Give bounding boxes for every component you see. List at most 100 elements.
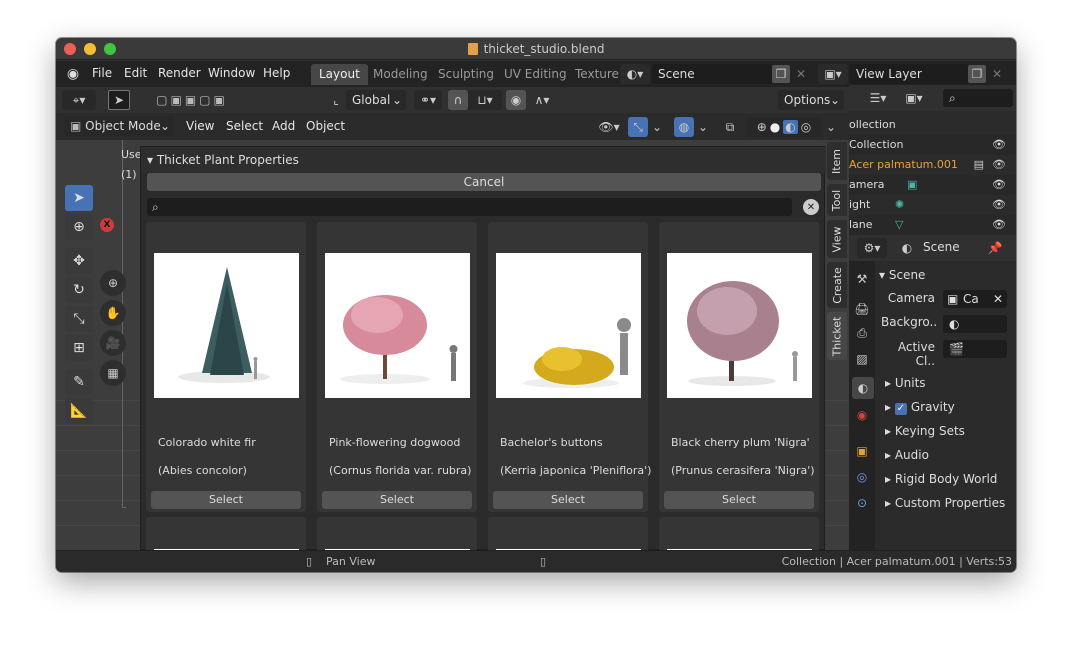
view-layer-tab-icon[interactable]: ▨ <box>852 349 872 369</box>
view-layer-field[interactable]: View Layer <box>850 64 968 84</box>
camera-view-icon[interactable]: 🎥 <box>100 330 126 356</box>
blender-logo-icon[interactable]: ◉ <box>64 65 82 83</box>
tab-tool[interactable]: Tool <box>827 184 847 216</box>
camera-data-icon[interactable]: ▣ <box>907 175 917 195</box>
camera-field[interactable]: ▣ Ca ✕ <box>943 290 1007 308</box>
visibility-icon[interactable]: 👁▾ <box>594 117 624 137</box>
display-mode-icon[interactable]: ▣▾ <box>899 88 929 108</box>
panel-header[interactable]: ▾ Thicket Plant Properties <box>141 147 826 173</box>
pivot-point-icon[interactable]: ⚭▾ <box>414 90 442 110</box>
measure-tool-icon[interactable]: 📐 <box>65 398 93 424</box>
tab-layout[interactable]: Layout <box>311 64 368 85</box>
new-view-layer-icon[interactable]: ❐ <box>968 65 986 83</box>
mode-dropdown[interactable]: ▣ Object Mode ⌄ <box>64 116 174 136</box>
world-tab-icon[interactable]: ◉ <box>852 405 872 425</box>
archive-icon[interactable]: ▤ <box>974 155 984 175</box>
header-menu-object[interactable]: Object <box>306 114 345 138</box>
units-panel-header[interactable]: ▸ Units <box>885 371 1016 395</box>
render-tab-icon[interactable]: 🖨 <box>852 299 872 319</box>
pan-hand-icon[interactable]: ✋ <box>100 300 126 326</box>
rigid-body-world-panel-header[interactable]: ▸ Rigid Body World <box>885 467 1016 491</box>
outliner-row[interactable]: ollection <box>849 115 1016 135</box>
wireframe-icon[interactable]: ⊕ <box>757 120 767 134</box>
editor-type-icon[interactable]: ⌖▾ <box>62 90 96 110</box>
menu-render[interactable]: Render <box>158 61 201 85</box>
menu-file[interactable]: File <box>92 61 112 85</box>
custom-properties-panel-header[interactable]: ▸ Custom Properties <box>885 491 1016 515</box>
outliner-row[interactable]: ight ✺ 👁 <box>849 195 1016 215</box>
new-scene-icon[interactable]: ❐ <box>772 65 790 83</box>
chevron-down-icon[interactable]: ⌄ <box>648 117 666 137</box>
menu-window[interactable]: Window <box>208 61 255 85</box>
rotate-tool-icon[interactable]: ↻ <box>65 277 93 303</box>
shading-modes[interactable]: ⊕ ● ◐ ◎ <box>746 117 822 137</box>
delete-scene-icon[interactable]: ✕ <box>792 65 810 83</box>
transform-orientation-icon[interactable]: ⌞ <box>328 90 344 110</box>
scene-tab-icon[interactable]: ◐ <box>852 377 874 399</box>
physics-tab-icon[interactable]: ◎ <box>852 467 872 487</box>
outliner-row[interactable]: lane ▽ 👁 <box>849 215 1016 235</box>
tab-sculpting[interactable]: Sculpting <box>430 64 502 85</box>
annotate-tool-icon[interactable]: ✎ <box>65 369 93 395</box>
gizmo-icon[interactable]: ⤡ <box>628 117 648 137</box>
delete-view-layer-icon[interactable]: ✕ <box>988 65 1006 83</box>
tab-view[interactable]: View <box>827 220 847 258</box>
clear-search-icon[interactable]: ✕ <box>803 199 819 215</box>
solid-icon[interactable]: ● <box>770 120 780 134</box>
cancel-button[interactable]: Cancel <box>147 173 821 191</box>
mesh-data-icon[interactable]: ▽ <box>895 215 903 235</box>
axis-x-icon[interactable]: X <box>100 218 114 232</box>
select-box-tool-icon[interactable]: ➤ <box>65 185 93 211</box>
scene-panel-header[interactable]: ▾ Scene <box>879 263 1014 287</box>
audio-panel-header[interactable]: ▸ Audio <box>885 443 1016 467</box>
orientation-dropdown[interactable]: Global ⌄ <box>346 90 406 110</box>
output-tab-icon[interactable]: ⎙ <box>852 323 872 343</box>
eye-icon[interactable]: 👁 <box>992 135 1006 155</box>
falloff-icon[interactable]: ∧▾ <box>528 90 556 110</box>
properties-editor-icon[interactable]: ⚙▾ <box>857 238 887 258</box>
outliner-row[interactable]: amera ▣ 👁 <box>849 175 1016 195</box>
move-tool-icon[interactable]: ✥ <box>65 248 93 274</box>
tab-item[interactable]: Item <box>827 142 847 180</box>
tool-tab-icon[interactable]: ⚒ <box>852 269 872 289</box>
header-menu-add[interactable]: Add <box>272 114 295 138</box>
snap-icon[interactable]: ∩ <box>448 90 468 110</box>
gravity-checkbox[interactable]: ✓ <box>894 403 907 415</box>
light-data-icon[interactable]: ✺ <box>895 195 904 215</box>
pin-icon[interactable]: 📌 <box>987 238 1003 258</box>
snap-target-icon[interactable]: ⊔▾ <box>468 90 502 110</box>
active-clip-field[interactable]: 🎬 <box>943 340 1007 358</box>
rendered-icon[interactable]: ◎ <box>801 120 811 134</box>
menu-edit[interactable]: Edit <box>124 61 147 85</box>
xray-icon[interactable]: ⧉ <box>720 117 740 137</box>
header-menu-select[interactable]: Select <box>226 114 263 138</box>
chevron-down-icon[interactable]: ⌄ <box>694 117 712 137</box>
outliner-row[interactable]: Collection 👁 <box>849 135 1016 155</box>
background-field[interactable]: ◐ <box>943 315 1007 333</box>
eye-icon[interactable]: 👁 <box>992 155 1006 175</box>
select-plant-button[interactable]: Select <box>493 491 643 509</box>
scene-data-icon[interactable]: ◐▾ <box>620 64 650 84</box>
chevron-down-icon[interactable]: ⌄ <box>822 117 840 137</box>
selection-mode-icons[interactable]: ▢▣▣▢▣ <box>144 90 240 110</box>
cursor-tool-icon[interactable]: ⊕ <box>65 214 93 240</box>
outliner-search-input[interactable]: ⌕ <box>943 89 1013 107</box>
material-preview-icon[interactable]: ◐ <box>783 120 798 134</box>
close-window-button[interactable] <box>64 43 76 55</box>
tab-texture[interactable]: Texture <box>567 64 627 85</box>
eye-icon[interactable]: 👁 <box>992 195 1006 215</box>
zoom-icon[interactable]: ⊕ <box>100 270 126 296</box>
plant-search-input[interactable]: ⌕ <box>147 198 792 216</box>
tab-thicket[interactable]: Thicket <box>827 312 847 360</box>
view-layer-icon[interactable]: ▣▾ <box>818 64 848 84</box>
eye-icon[interactable]: 👁 <box>992 175 1006 195</box>
tab-modeling[interactable]: Modeling <box>365 64 436 85</box>
tab-uv-editing[interactable]: UV Editing <box>496 64 575 85</box>
perspective-grid-icon[interactable]: ▦ <box>100 360 126 386</box>
overlays-icon[interactable]: ◍ <box>674 117 694 137</box>
scale-tool-icon[interactable]: ⤡ <box>65 306 93 332</box>
menu-help[interactable]: Help <box>263 61 290 85</box>
select-plant-button[interactable]: Select <box>151 491 301 509</box>
select-tool-icon[interactable]: ➤ <box>108 90 130 110</box>
outliner-row-active[interactable]: Acer palmatum.001 ▤ 👁 <box>849 155 1016 175</box>
